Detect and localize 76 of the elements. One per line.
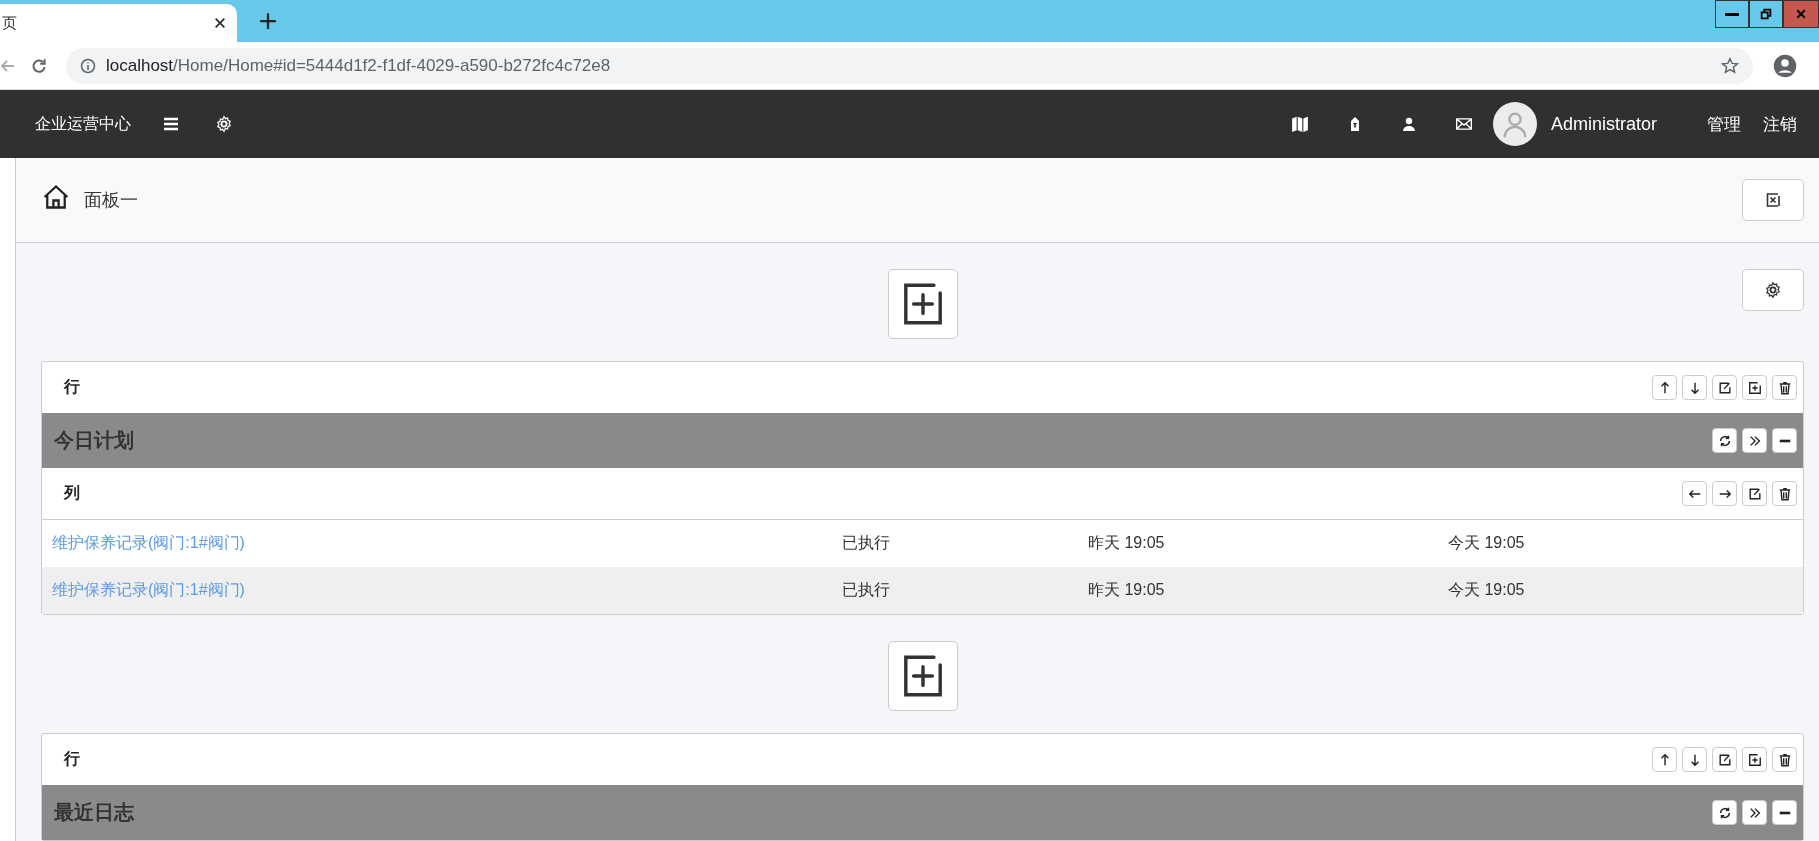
browser-tab[interactable]: 页 <box>0 4 237 42</box>
menu-icon <box>163 116 179 132</box>
settings-icon <box>1764 281 1782 299</box>
add-panel-button[interactable] <box>887 641 958 711</box>
row-label: 行 <box>64 749 81 769</box>
user-icon <box>1400 116 1417 132</box>
info-icon <box>80 57 96 74</box>
edit-icon <box>1717 380 1732 395</box>
delete-button[interactable] <box>1772 747 1797 772</box>
edit-button[interactable] <box>1712 375 1737 400</box>
row-label: 行 <box>64 377 81 397</box>
star-icon <box>1721 56 1739 75</box>
edit-icon <box>1747 486 1762 501</box>
address-bar[interactable]: localhost/Home/Home#id=5444d1f2-f1df-4029-a590-b272fc4c72e8 <box>66 47 1753 84</box>
add-button[interactable] <box>1742 375 1767 400</box>
expand-button[interactable] <box>1742 800 1767 825</box>
nav-link[interactable]: 管理 <box>1707 112 1741 136</box>
minimize-icon <box>1725 12 1739 16</box>
trash-icon <box>1777 380 1792 395</box>
minimize-button[interactable] <box>1715 0 1749 28</box>
tab-title: 页 <box>2 13 17 33</box>
mail-icon <box>1454 115 1473 133</box>
user-name[interactable]: Administrator <box>1550 113 1657 135</box>
settings-button[interactable] <box>1742 269 1804 311</box>
status-cell-text: 已执行 <box>842 580 891 600</box>
edit-button[interactable] <box>1712 747 1737 772</box>
avatar[interactable] <box>1492 102 1537 146</box>
settings-icon <box>215 115 233 133</box>
table-cell-text: 今天 19:05 <box>1448 533 1526 553</box>
move-down-button[interactable] <box>1682 375 1707 400</box>
add-button[interactable] <box>1742 747 1767 772</box>
map-icon <box>1290 115 1309 133</box>
add-icon <box>1747 380 1762 395</box>
refresh-icon <box>1717 805 1732 820</box>
move-up-button[interactable] <box>1652 375 1677 400</box>
table-cell-text: 今天 19:05 <box>1448 580 1526 600</box>
status-cell-text: 已执行 <box>842 533 891 553</box>
close-icon <box>213 16 227 30</box>
panel-title: 最近日志 <box>54 800 135 825</box>
page-title: 面板一 <box>84 189 139 212</box>
trash-icon <box>1777 752 1792 767</box>
refresh-icon <box>1717 433 1732 448</box>
profile-icon <box>1773 53 1797 78</box>
delete-button[interactable] <box>1772 375 1797 400</box>
close-icon <box>1765 192 1781 208</box>
move-up-button[interactable] <box>1652 747 1677 772</box>
edit-button[interactable] <box>1742 481 1767 506</box>
back-icon <box>0 57 16 74</box>
collapse-button[interactable] <box>1772 428 1797 453</box>
reload-icon <box>30 56 48 75</box>
move-down-button[interactable] <box>1682 747 1707 772</box>
home-icon <box>42 183 70 211</box>
url-text: localhost/Home/Home#id=5444d1f2-f1df-4029-a590-b272fc4c72e8 <box>106 55 611 76</box>
close-icon <box>1795 8 1807 20</box>
move-right-button[interactable] <box>1712 481 1737 506</box>
table-cell-text: 昨天 19:05 <box>1088 533 1166 553</box>
refresh-button[interactable] <box>1712 428 1737 453</box>
edit-icon <box>1717 752 1732 767</box>
plus-icon <box>259 12 277 30</box>
trash-icon <box>1777 486 1792 501</box>
restore-button[interactable] <box>1749 0 1783 28</box>
refresh-button[interactable] <box>1712 800 1737 825</box>
close-panel-button[interactable] <box>1742 179 1804 221</box>
table-cell-text: 昨天 19:05 <box>1088 580 1166 600</box>
nav-link[interactable]: 注销 <box>1763 112 1797 136</box>
column-label: 列 <box>64 483 81 503</box>
restore-icon <box>1759 7 1773 21</box>
brand-title[interactable]: 企业运营中心 <box>35 113 131 135</box>
expand-button[interactable] <box>1742 428 1767 453</box>
panel-title: 今日计划 <box>54 428 135 453</box>
add-icon <box>1747 752 1762 767</box>
delete-button[interactable] <box>1772 481 1797 506</box>
move-left-button[interactable] <box>1682 481 1707 506</box>
close-window-button[interactable] <box>1783 0 1819 28</box>
collapse-button[interactable] <box>1772 800 1797 825</box>
add-panel-button[interactable] <box>887 269 958 339</box>
